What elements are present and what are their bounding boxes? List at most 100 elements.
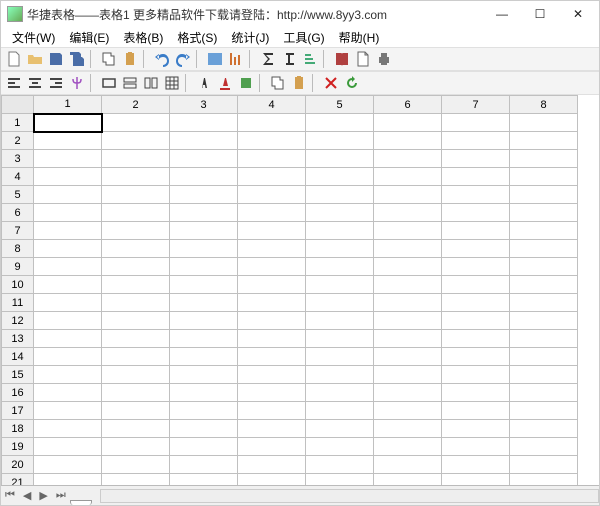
cell[interactable] bbox=[510, 474, 578, 486]
cell[interactable] bbox=[510, 168, 578, 186]
cell[interactable] bbox=[442, 114, 510, 132]
split-v-button[interactable] bbox=[141, 73, 161, 93]
cell[interactable] bbox=[510, 366, 578, 384]
cell[interactable] bbox=[170, 258, 238, 276]
cell[interactable] bbox=[374, 438, 442, 456]
cell[interactable] bbox=[238, 132, 306, 150]
cell[interactable] bbox=[102, 348, 170, 366]
cell[interactable] bbox=[170, 114, 238, 132]
maximize-button[interactable]: ☐ bbox=[521, 1, 559, 27]
save-button[interactable] bbox=[46, 49, 66, 69]
cell[interactable] bbox=[102, 168, 170, 186]
menu-stats[interactable]: 统计(J) bbox=[224, 27, 276, 48]
cell[interactable] bbox=[306, 294, 374, 312]
cell[interactable] bbox=[510, 438, 578, 456]
cell[interactable] bbox=[374, 258, 442, 276]
cell[interactable] bbox=[306, 366, 374, 384]
column-header[interactable]: 5 bbox=[306, 96, 374, 114]
cell[interactable] bbox=[238, 402, 306, 420]
cell[interactable] bbox=[238, 168, 306, 186]
cell[interactable] bbox=[442, 240, 510, 258]
undo-button[interactable] bbox=[152, 49, 172, 69]
rect-button[interactable] bbox=[99, 73, 119, 93]
cell[interactable] bbox=[170, 204, 238, 222]
cell[interactable] bbox=[374, 132, 442, 150]
cell[interactable] bbox=[442, 168, 510, 186]
row-header[interactable]: 21 bbox=[2, 474, 34, 486]
cell[interactable] bbox=[306, 330, 374, 348]
cell[interactable] bbox=[102, 132, 170, 150]
cell[interactable] bbox=[306, 150, 374, 168]
cell[interactable] bbox=[306, 348, 374, 366]
print-button[interactable] bbox=[374, 49, 394, 69]
cell[interactable] bbox=[34, 420, 102, 438]
cell[interactable] bbox=[102, 366, 170, 384]
cell[interactable] bbox=[102, 240, 170, 258]
menu-file[interactable]: 文件(W) bbox=[5, 27, 62, 48]
cell[interactable] bbox=[442, 312, 510, 330]
cell[interactable] bbox=[306, 168, 374, 186]
row-header[interactable]: 15 bbox=[2, 366, 34, 384]
cell[interactable] bbox=[102, 384, 170, 402]
cell[interactable] bbox=[238, 474, 306, 486]
cell[interactable] bbox=[510, 258, 578, 276]
cell[interactable] bbox=[170, 294, 238, 312]
cell[interactable] bbox=[374, 222, 442, 240]
cell[interactable] bbox=[102, 438, 170, 456]
cell[interactable] bbox=[306, 420, 374, 438]
spreadsheet-grid[interactable]: 1234567812345678910111213141516171819202… bbox=[1, 95, 578, 485]
cell[interactable] bbox=[238, 258, 306, 276]
cell[interactable] bbox=[34, 258, 102, 276]
cell[interactable] bbox=[374, 330, 442, 348]
book-button[interactable] bbox=[332, 49, 352, 69]
cell[interactable] bbox=[170, 474, 238, 486]
row-header[interactable]: 12 bbox=[2, 312, 34, 330]
cell[interactable] bbox=[374, 384, 442, 402]
cell[interactable] bbox=[238, 204, 306, 222]
cell[interactable] bbox=[102, 222, 170, 240]
cell[interactable] bbox=[374, 276, 442, 294]
cell[interactable] bbox=[442, 222, 510, 240]
column-header[interactable]: 1 bbox=[34, 96, 102, 114]
row-header[interactable]: 20 bbox=[2, 456, 34, 474]
cell[interactable] bbox=[510, 348, 578, 366]
cell[interactable] bbox=[306, 402, 374, 420]
cell[interactable] bbox=[306, 204, 374, 222]
cell[interactable] bbox=[34, 240, 102, 258]
horizontal-scrollbar[interactable] bbox=[100, 489, 599, 503]
menu-tools[interactable]: 工具(G) bbox=[276, 27, 331, 48]
cell[interactable] bbox=[34, 186, 102, 204]
cell[interactable] bbox=[34, 114, 102, 132]
row-header[interactable]: 10 bbox=[2, 276, 34, 294]
row-header[interactable]: 1 bbox=[2, 114, 34, 132]
image-button[interactable] bbox=[205, 49, 225, 69]
delete-button[interactable] bbox=[321, 73, 341, 93]
sheet-tab[interactable] bbox=[70, 500, 92, 505]
cell[interactable] bbox=[306, 384, 374, 402]
cell[interactable] bbox=[306, 312, 374, 330]
cell[interactable] bbox=[442, 402, 510, 420]
cell[interactable] bbox=[238, 384, 306, 402]
cell[interactable] bbox=[34, 456, 102, 474]
align-center-button[interactable] bbox=[25, 73, 45, 93]
cell[interactable] bbox=[442, 186, 510, 204]
copy-button[interactable] bbox=[99, 49, 119, 69]
cell[interactable] bbox=[102, 276, 170, 294]
cell[interactable] bbox=[374, 456, 442, 474]
cell[interactable] bbox=[238, 438, 306, 456]
cell[interactable] bbox=[238, 294, 306, 312]
fg-color-button[interactable] bbox=[215, 73, 235, 93]
cell[interactable] bbox=[34, 276, 102, 294]
cell[interactable] bbox=[374, 186, 442, 204]
cell[interactable] bbox=[510, 204, 578, 222]
tab-nav-last[interactable]: ⏭ bbox=[52, 489, 70, 502]
cell[interactable] bbox=[442, 366, 510, 384]
row-header[interactable]: 6 bbox=[2, 204, 34, 222]
cell[interactable] bbox=[306, 132, 374, 150]
cell[interactable] bbox=[442, 258, 510, 276]
cell[interactable] bbox=[102, 474, 170, 486]
row-header[interactable]: 19 bbox=[2, 438, 34, 456]
cell[interactable] bbox=[442, 348, 510, 366]
cell[interactable] bbox=[238, 276, 306, 294]
cell[interactable] bbox=[510, 420, 578, 438]
